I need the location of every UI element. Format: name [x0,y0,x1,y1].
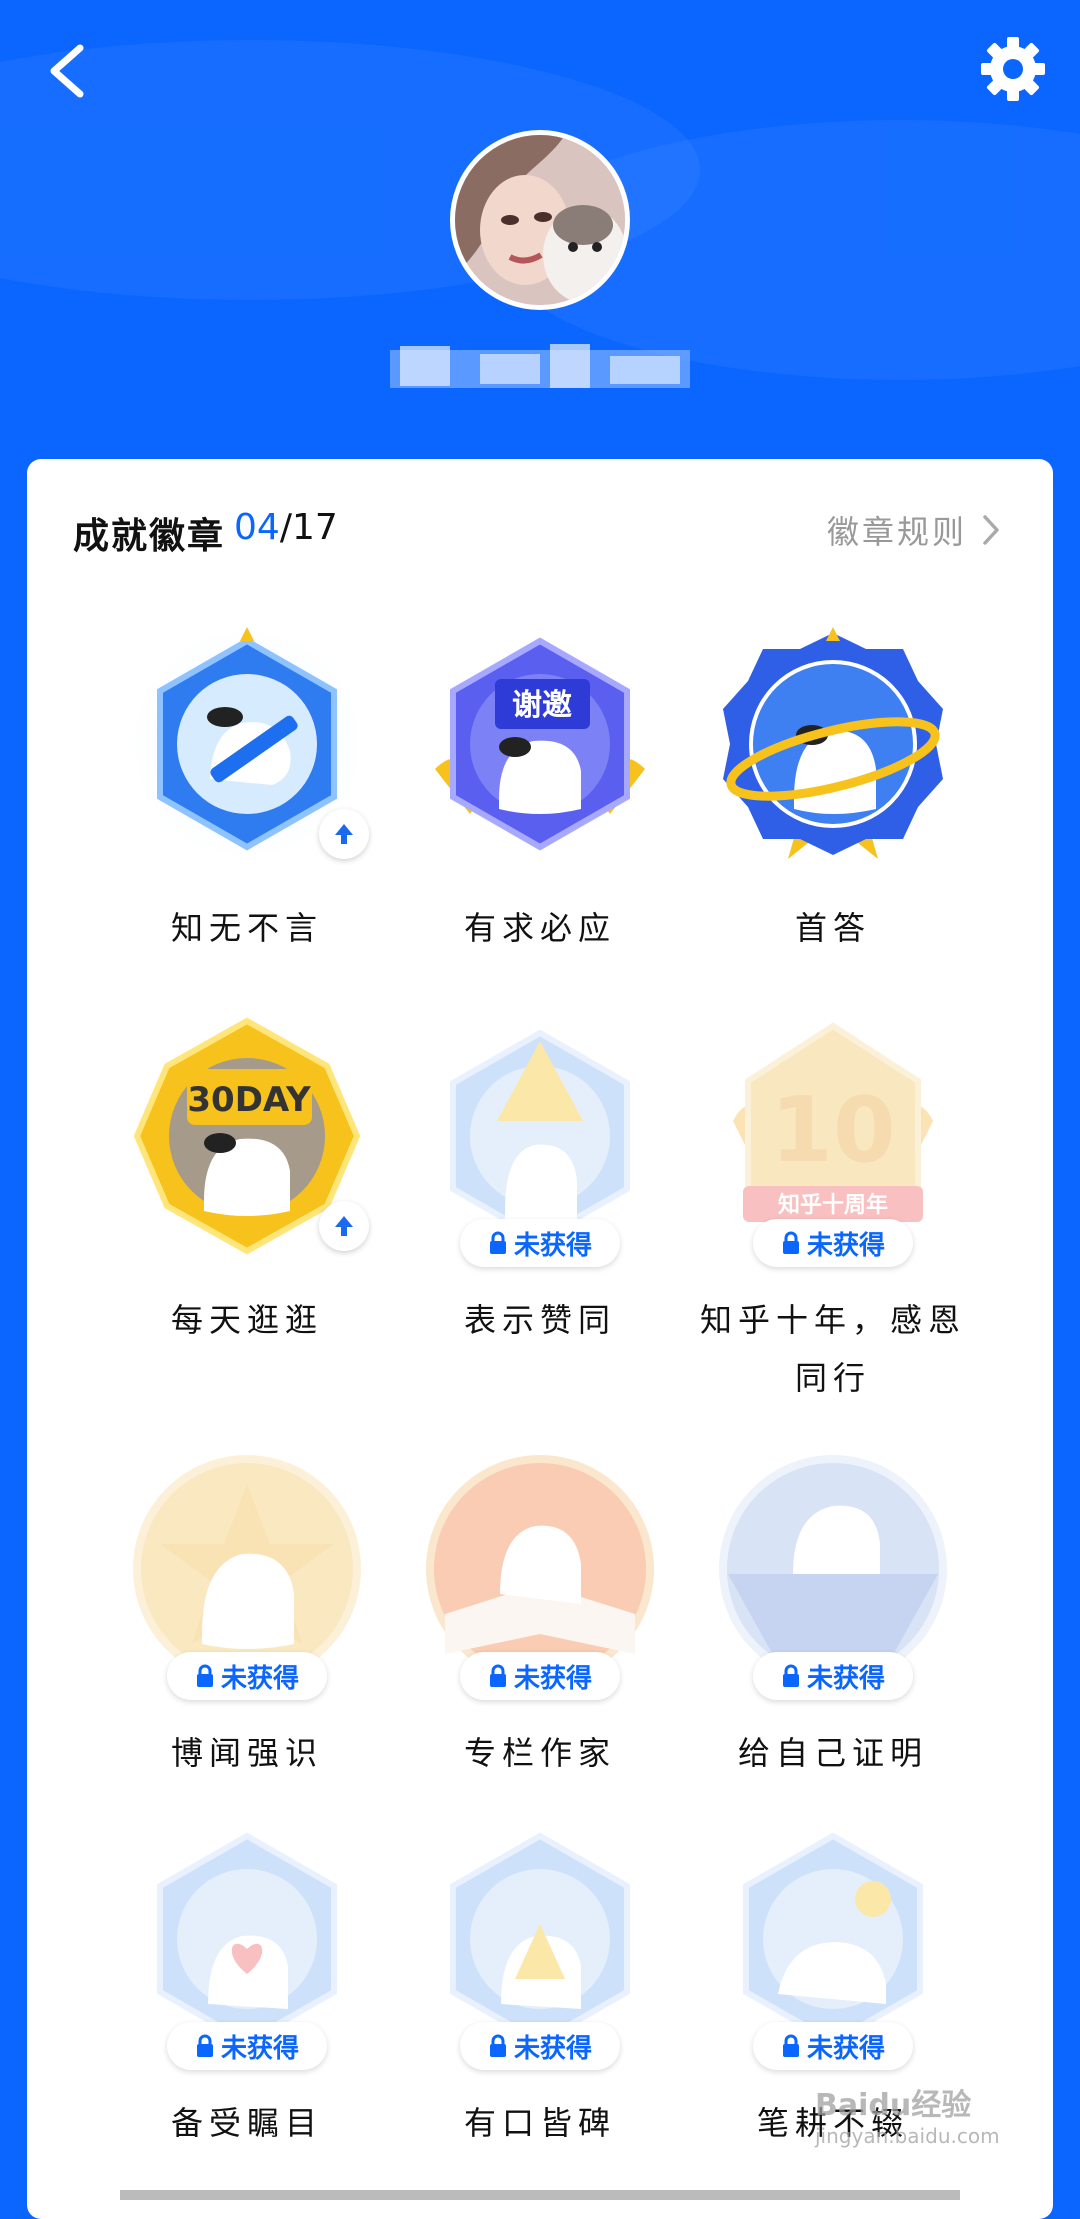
lock-icon [782,1231,799,1254]
lock-icon [782,2034,799,2057]
locked-label: 未获得 [220,1663,299,1694]
badge-count: 04/17 [234,507,338,548]
badge-label: 给自己证明 [737,1734,928,1772]
badge-label: 知乎十年，感恩同行 [699,1301,966,1397]
badge-label: 知无不言 [170,909,323,947]
badge-label: 每天逛逛 [170,1301,323,1339]
badge-label: 有求必应 [463,909,616,947]
badge-sign-text: 知乎十周年 [778,1192,888,1218]
back-button[interactable] [40,36,100,106]
locked-badge-tag: 未获得 [167,2022,327,2070]
horizontal-scrollbar[interactable] [120,2190,960,2200]
lock-icon [489,1231,506,1254]
locked-badge-tag: 未获得 [753,1652,913,1700]
locked-label: 未获得 [513,1230,592,1261]
badge-biao-shi-zan-tong[interactable]: 未获得 表示赞同 [390,1011,690,1371]
arrow-up-icon [335,1216,353,1236]
locked-label: 未获得 [513,2033,592,2064]
locked-label: 未获得 [806,2033,885,2064]
lock-icon [489,1664,506,1687]
chevron-right-icon [983,515,999,545]
achievements-card: 成就徽章 04/17 徽章规则 知无不言 谢邀 有求必应 首答 30DAY 每天… [27,459,1053,2219]
lock-icon [196,1664,213,1687]
badge-zhihu-ten-years[interactable]: 10 知乎十周年 未获得 知乎十年，感恩同行 [683,1011,983,1397]
badge-you-kou-jie-bei[interactable]: 未获得 有口皆碑 [390,1814,690,2174]
badge-zhuan-lan-zuo-jia[interactable]: 未获得 专栏作家 [390,1444,690,1804]
user-avatar-photo [455,135,625,305]
locked-badge-tag: 未获得 [460,1652,620,1700]
upgrade-badge-button[interactable] [319,1201,369,1251]
lock-icon [196,2034,213,2057]
lock-icon [782,1664,799,1687]
lock-icon [489,2034,506,2057]
watermark-line1: Baidu经验 [815,2088,972,2123]
badge-bo-wen-qiang-shi[interactable]: 未获得 博闻强识 [97,1444,397,1804]
gear-icon [981,37,1045,101]
locked-label: 未获得 [806,1663,885,1694]
locked-badge-tag: 未获得 [753,2022,913,2070]
upgrade-badge-button[interactable] [319,809,369,859]
username [390,340,700,400]
badge-mei-tian-guang-guang[interactable]: 30DAY 每天逛逛 [97,1011,397,1371]
badge-label: 备受瞩目 [170,2104,323,2142]
badge-medal-icon [723,627,943,859]
badge-label: 专栏作家 [463,1734,616,1772]
badge-you-qiu-bi-ying[interactable]: 谢邀 有求必应 [390,619,690,979]
badge-rules-label: 徽章规则 [826,513,967,551]
badge-count-earned: 04 [234,507,280,548]
badge-gei-zi-ji-zheng-ming[interactable]: 未获得 给自己证明 [683,1444,983,1804]
blurred-username-mask [390,344,690,388]
badge-label: 首答 [794,909,871,947]
locked-label: 未获得 [806,1230,885,1261]
badge-label: 博闻强识 [170,1734,323,1772]
badge-count-total: /17 [279,507,338,548]
locked-badge-tag: 未获得 [167,1652,327,1700]
badge-medal-icon: 谢邀 [435,637,645,851]
badge-zhi-wu-bu-yan[interactable]: 知无不言 [97,619,397,979]
locked-badge-tag: 未获得 [460,1219,620,1267]
profile-header [0,0,1080,520]
locked-label: 未获得 [513,1663,592,1694]
badge-label: 有口皆碑 [463,2104,616,2142]
badge-rules-link[interactable]: 徽章规则 [827,507,1001,553]
arrow-up-icon [335,824,353,844]
badge-shou-da[interactable]: 首答 [683,619,983,979]
watermark: Baidu经验 jingyan.baidu.com [815,2080,1000,2148]
watermark-line2: jingyan.baidu.com [815,2124,1000,2148]
locked-label: 未获得 [220,2033,299,2064]
settings-button[interactable] [978,34,1048,104]
locked-badge-tag: 未获得 [460,2022,620,2070]
badge-sign-text: 30DAY [187,1080,311,1120]
achievements-title: 成就徽章 [73,516,226,557]
chevron-left-icon [50,44,84,98]
badge-sign-text: 谢邀 [512,688,572,723]
locked-badge-tag: 未获得 [753,1219,913,1267]
badge-label: 表示赞同 [463,1301,616,1339]
badge-bei-shou-zhu-mu[interactable]: 未获得 备受瞩目 [97,1814,397,2174]
avatar[interactable] [450,130,630,310]
svg-text:10: 10 [770,1078,895,1183]
